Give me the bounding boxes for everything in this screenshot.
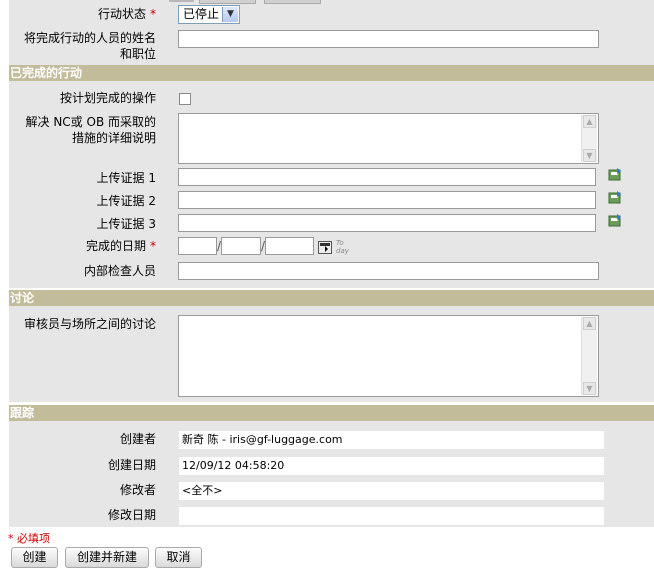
upload3-label: 上传证据 3 [96,217,156,231]
modifier-label: 修改者 [119,483,156,497]
person-label: 将完成行动的人员的姓名 和职位 [23,31,156,61]
date-label: 完成的日期 * [85,239,156,253]
truncated-control [169,0,194,2]
inspector-label: 内部检查人员 [83,264,156,278]
top-panel: 行动状态 * 已停止 ▼ 将完成行动的人员的姓名 和职位 [9,0,654,65]
truncated-control [199,0,256,4]
planned-checkbox[interactable] [179,93,191,105]
cancel-button[interactable]: 取消 [155,547,202,568]
upload2-label: 上传证据 2 [96,194,156,208]
discussion-panel: 审核员与场所之间的讨论 ▲ ▼ [9,306,654,402]
created-date-label: 创建日期 [107,458,156,472]
creator-value: 新奇 陈 - iris@gf-luggage.com [179,431,604,449]
section-header-discussion: 讨论 [9,290,654,306]
truncated-control [264,0,321,4]
measures-textarea[interactable]: ▲ ▼ [178,113,599,164]
modifier-value: <全不> [179,482,604,500]
chevron-down-icon[interactable]: ▼ [222,7,238,22]
planned-label: 按计划完成的操作 [59,91,156,105]
scroll-down-icon[interactable]: ▼ [583,149,596,162]
upload-icon[interactable] [608,167,622,181]
status-select[interactable]: 已停止 ▼ [178,5,240,24]
scrollbar[interactable]: ▲ ▼ [581,115,597,162]
create-and-new-button[interactable]: 创建并新建 [65,547,149,568]
measures-label: 解决 NC或 OB 而采取的 措施的详细说明 [25,115,156,145]
discussion-textarea[interactable]: ▲ ▼ [178,315,599,397]
modified-date-label: 修改日期 [107,508,156,522]
status-label: 行动状态 * [97,7,156,21]
tracking-panel: 创建者 新奇 陈 - iris@gf-luggage.com 创建日期 12/0… [9,421,654,527]
today-icon[interactable]: To day [336,239,349,255]
upload1-label: 上传证据 1 [96,171,156,185]
created-date-value: 12/09/12 04:58:20 [179,457,604,475]
upload-icon[interactable] [608,190,622,204]
modified-date-value [179,507,604,525]
calendar-icon[interactable] [318,241,332,254]
date-day-input[interactable] [221,237,261,255]
section-header-tracking: 跟踪 [9,405,654,421]
completed-panel: 按计划完成的操作 解决 NC或 OB 而采取的 措施的详细说明 ▲ ▼ 上传证据… [9,81,654,288]
upload2-input[interactable] [178,191,596,209]
upload1-input[interactable] [178,168,596,186]
inspector-input[interactable] [178,262,599,280]
scroll-up-icon[interactable]: ▲ [583,317,596,330]
required-note: * 必填项 [8,532,50,545]
date-month-input[interactable] [178,237,217,255]
create-button[interactable]: 创建 [11,547,58,568]
scroll-up-icon[interactable]: ▲ [583,115,596,128]
creator-label: 创建者 [119,432,156,446]
person-input[interactable] [178,30,599,48]
status-selected-value: 已停止 [183,7,220,21]
upload3-input[interactable] [178,214,596,232]
upload-icon[interactable] [608,213,622,227]
scrollbar[interactable]: ▲ ▼ [581,317,597,395]
date-year-input[interactable] [265,237,314,255]
scroll-down-icon[interactable]: ▼ [583,382,596,395]
discussion-label: 审核员与场所之间的讨论 [23,317,156,331]
section-header-completed: 已完成的行动 [9,65,654,81]
